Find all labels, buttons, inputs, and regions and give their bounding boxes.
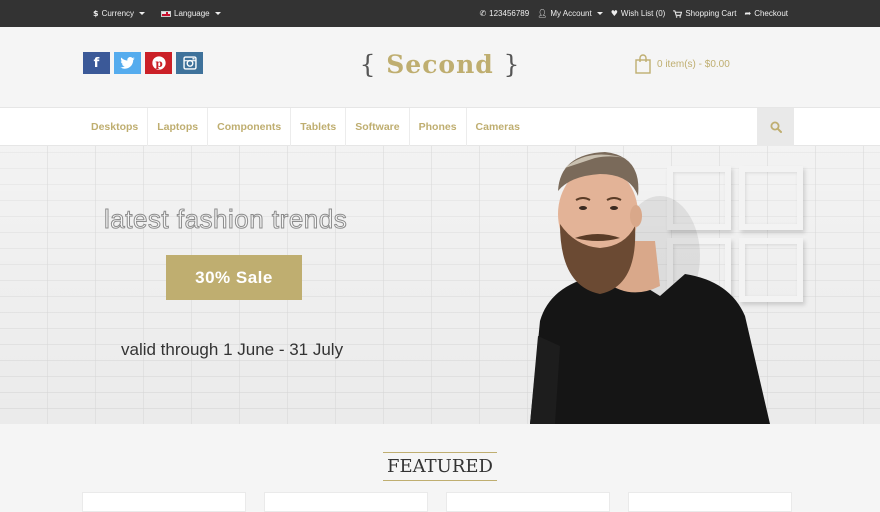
nav-item-cameras[interactable]: Cameras: [467, 108, 529, 146]
language-dropdown[interactable]: Language: [161, 9, 221, 18]
nav-item-desktops[interactable]: Desktops: [82, 108, 149, 146]
shopping-cart-label: Shopping Cart: [685, 9, 737, 18]
search-button[interactable]: [757, 108, 794, 146]
checkout-label: Checkout: [754, 9, 788, 18]
user-icon: 👤︎: [537, 9, 548, 18]
logo-left-brace: {: [359, 50, 377, 79]
nav-item-laptops[interactable]: Laptops: [148, 108, 209, 146]
logo-text: Second: [386, 50, 494, 79]
chevron-down-icon: [214, 12, 221, 15]
search-icon: [770, 121, 782, 133]
featured-title: FEATURED: [383, 452, 497, 481]
product-card[interactable]: [446, 492, 610, 512]
my-account-label: My Account: [550, 9, 592, 18]
shopping-cart-link[interactable]: Shopping Cart: [673, 9, 737, 18]
shopping-bag-icon: [635, 54, 651, 74]
my-account-dropdown[interactable]: 👤︎ My Account: [537, 9, 603, 18]
share-icon: ➦: [744, 9, 752, 18]
dollar-icon: $: [93, 9, 99, 18]
nav-item-tablets[interactable]: Tablets: [291, 108, 347, 146]
currency-label: Currency: [101, 9, 135, 18]
nav-item-phones[interactable]: Phones: [410, 108, 467, 146]
chevron-down-icon: [596, 12, 603, 15]
chevron-down-icon: [139, 12, 146, 15]
nav-item-components[interactable]: Components: [208, 108, 292, 146]
cart-icon: [673, 9, 683, 18]
sale-button[interactable]: 30% Sale: [166, 255, 302, 300]
header: f p { Second } 0 item(s) - $0.00: [0, 27, 880, 107]
site-logo[interactable]: { Second }: [0, 50, 880, 79]
product-card[interactable]: [264, 492, 428, 512]
language-label: Language: [174, 9, 210, 18]
nav-item-software[interactable]: Software: [346, 108, 410, 146]
logo-right-brace: }: [503, 50, 521, 79]
wishlist-link[interactable]: ♥ Wish List (0): [611, 9, 666, 18]
featured-products: [82, 492, 792, 512]
wishlist-label: Wish List (0): [620, 9, 666, 18]
currency-dropdown[interactable]: $ Currency: [93, 9, 146, 18]
phone-number: 123456789: [489, 9, 530, 18]
top-bar: $ Currency Language ✆ 123456789 👤︎ My Ac…: [0, 0, 880, 27]
main-nav: Desktops Laptops Components Tablets Soft…: [0, 107, 880, 146]
featured-section: FEATURED: [0, 424, 880, 512]
banner-validity: valid through 1 June - 31 July: [121, 340, 344, 359]
product-card[interactable]: [628, 492, 792, 512]
phone-link[interactable]: ✆ 123456789: [479, 9, 529, 18]
checkout-link[interactable]: ➦ Checkout: [745, 9, 789, 18]
phone-icon: ✆: [479, 9, 487, 18]
cart-summary: 0 item(s) - $0.00: [657, 58, 730, 70]
uk-flag-icon: [161, 10, 172, 17]
hero-banner[interactable]: latest fashion trends 30% Sale valid thr…: [0, 146, 880, 424]
cart-button[interactable]: 0 item(s) - $0.00: [635, 54, 730, 74]
model-photo: [530, 152, 770, 424]
banner-headline: latest fashion trends: [103, 204, 348, 235]
heart-icon: ♥: [610, 9, 618, 18]
product-card[interactable]: [82, 492, 246, 512]
